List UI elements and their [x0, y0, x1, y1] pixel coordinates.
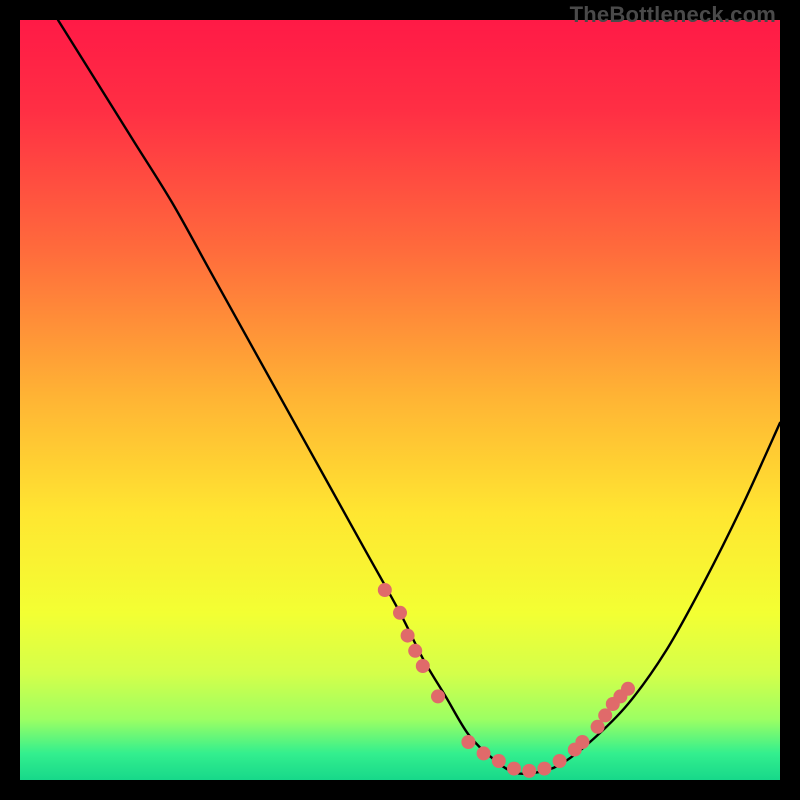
watermark-text: TheBottleneck.com	[570, 2, 776, 28]
highlight-dots	[378, 583, 635, 778]
marker-dot	[461, 735, 475, 749]
marker-dot	[408, 644, 422, 658]
marker-dot	[393, 606, 407, 620]
marker-dot	[598, 708, 612, 722]
marker-dot	[575, 735, 589, 749]
marker-dot	[507, 762, 521, 776]
marker-dot	[621, 682, 635, 696]
marker-dot	[416, 659, 430, 673]
chart-frame: TheBottleneck.com	[0, 0, 800, 800]
marker-dot	[553, 754, 567, 768]
marker-dot	[431, 689, 445, 703]
chart-svg	[20, 20, 780, 780]
marker-dot	[537, 762, 551, 776]
marker-dot	[522, 764, 536, 778]
plot-area	[20, 20, 780, 780]
marker-dot	[401, 629, 415, 643]
marker-dot	[477, 746, 491, 760]
marker-dot	[378, 583, 392, 597]
marker-dot	[591, 720, 605, 734]
marker-dot	[492, 754, 506, 768]
